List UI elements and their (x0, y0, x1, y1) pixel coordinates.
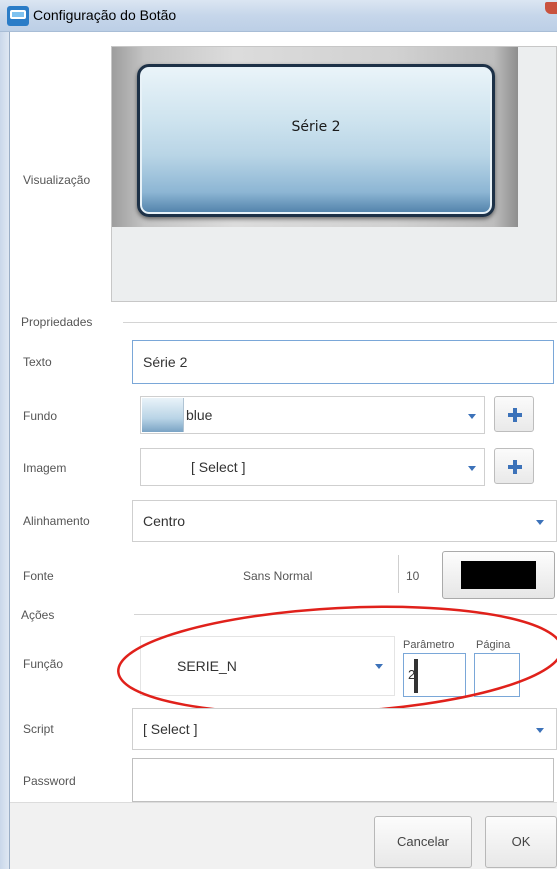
cancel-button[interactable]: Cancelar (374, 816, 472, 868)
script-value: [ Select ] (143, 721, 198, 737)
image-value: [ Select ] (191, 459, 246, 475)
app-logo-icon (7, 6, 29, 26)
preview-label: Visualização (23, 173, 91, 187)
window-frame (0, 32, 10, 869)
font-label: Fonte (23, 569, 54, 583)
window-title: Configuração do Botão (33, 7, 177, 23)
text-input-value: Série 2 (143, 354, 188, 370)
font-color-button[interactable] (442, 551, 555, 599)
password-label: Password (23, 774, 76, 788)
ok-button-label: OK (511, 834, 531, 849)
section-divider (123, 322, 557, 323)
background-value: blue (186, 407, 213, 423)
plus-icon (508, 408, 522, 422)
preview-image: Série 2 (112, 47, 518, 227)
function-select[interactable]: SERIE_N (140, 636, 395, 696)
preview-button-caption: Série 2 (291, 119, 341, 135)
background-swatch (142, 398, 184, 432)
plus-icon (508, 460, 522, 474)
alignment-value: Centro (143, 513, 186, 529)
alignment-select[interactable]: Centro (132, 500, 557, 542)
chevron-down-icon[interactable] (536, 520, 544, 525)
dialog-footer (10, 802, 557, 869)
parameter-label: Parâmetro (403, 639, 455, 651)
parameter-input[interactable]: 2 (403, 653, 466, 697)
font-size[interactable]: 10 (406, 569, 419, 583)
font-color-swatch (461, 561, 536, 589)
section-actions: Ações (21, 608, 55, 622)
background-select[interactable]: blue (140, 396, 485, 434)
cancel-button-label: Cancelar (396, 834, 450, 849)
chevron-down-icon[interactable] (468, 466, 476, 471)
preview-button: Série 2 (137, 64, 495, 217)
chevron-down-icon[interactable] (468, 414, 476, 419)
image-select[interactable]: [ Select ] (140, 448, 485, 486)
script-label: Script (23, 722, 54, 736)
page-label: Página (476, 639, 511, 651)
chevron-down-icon[interactable] (375, 664, 383, 669)
password-input[interactable] (132, 758, 554, 802)
background-label: Fundo (23, 409, 58, 423)
ok-button[interactable]: OK (485, 816, 557, 868)
close-button[interactable] (545, 2, 557, 14)
page-input[interactable] (474, 653, 520, 697)
add-image-button[interactable] (494, 448, 534, 484)
section-properties: Propriedades (21, 315, 93, 329)
image-label: Imagem (23, 461, 67, 475)
chevron-down-icon[interactable] (536, 728, 544, 733)
preview-panel: Série 2 (111, 46, 557, 302)
add-background-button[interactable] (494, 396, 534, 432)
text-input[interactable]: Série 2 (132, 340, 554, 384)
function-value: SERIE_N (177, 658, 237, 674)
alignment-label: Alinhamento (23, 514, 90, 528)
separator (398, 555, 399, 593)
text-label: Texto (23, 355, 52, 369)
text-cursor (414, 659, 418, 693)
function-label: Função (23, 657, 64, 671)
section-divider (134, 614, 557, 615)
title-bar: Configuração do Botão (0, 0, 557, 32)
script-select[interactable]: [ Select ] (132, 708, 557, 750)
font-name[interactable]: Sans Normal (243, 569, 312, 583)
